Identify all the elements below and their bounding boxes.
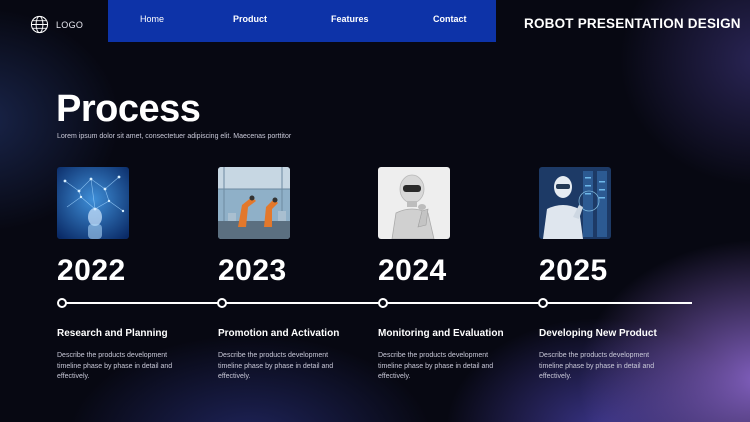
page-title: Process (56, 88, 201, 130)
nav-item-home[interactable]: Home (140, 14, 164, 24)
nav-bar: Home Product Features Contact (108, 0, 496, 42)
step-year: 2024 (378, 254, 447, 287)
step-description: Describe the products development timeli… (57, 352, 173, 380)
step-image-network-robot (57, 167, 129, 239)
page-subtitle: Lorem ipsum dolor sit amet, consectetuer… (57, 133, 292, 140)
step-year: 2023 (218, 254, 287, 287)
step-title: Monitoring and Evaluation (378, 328, 504, 339)
timeline-step-2024: 2024 Monitoring and Evaluation Describe … (378, 167, 538, 380)
step-title: Research and Planning (57, 328, 168, 339)
timeline-dot (57, 298, 67, 308)
step-description: Describe the products development timeli… (218, 352, 334, 380)
globe-icon (30, 15, 49, 34)
timeline-dot (538, 298, 548, 308)
logo[interactable]: LOGO (30, 15, 83, 34)
step-image-factory-robots (218, 167, 290, 239)
step-year: 2022 (57, 254, 126, 287)
brand-title: ROBOT PRESENTATION DESIGN (524, 16, 741, 31)
step-year: 2025 (539, 254, 608, 287)
step-image-robot-server-room (539, 167, 611, 239)
timeline-step-2022: 2022 Research and Planning Describe the … (57, 167, 217, 380)
step-title: Promotion and Activation (218, 328, 340, 339)
nav-item-product[interactable]: Product (233, 14, 267, 24)
step-description: Describe the products development timeli… (378, 352, 494, 380)
timeline-dot (378, 298, 388, 308)
step-description: Describe the products development timeli… (539, 352, 655, 380)
timeline-line (61, 302, 692, 304)
timeline-dot (217, 298, 227, 308)
nav-item-contact[interactable]: Contact (433, 14, 467, 24)
nav-item-features[interactable]: Features (331, 14, 369, 24)
timeline-step-2023: 2023 Promotion and Activation Describe t… (218, 167, 378, 380)
timeline-step-2025: 2025 Developing New Product Describe the… (539, 167, 699, 380)
logo-text: LOGO (56, 19, 84, 30)
step-image-thinking-robot (378, 167, 450, 239)
step-title: Developing New Product (539, 328, 657, 339)
